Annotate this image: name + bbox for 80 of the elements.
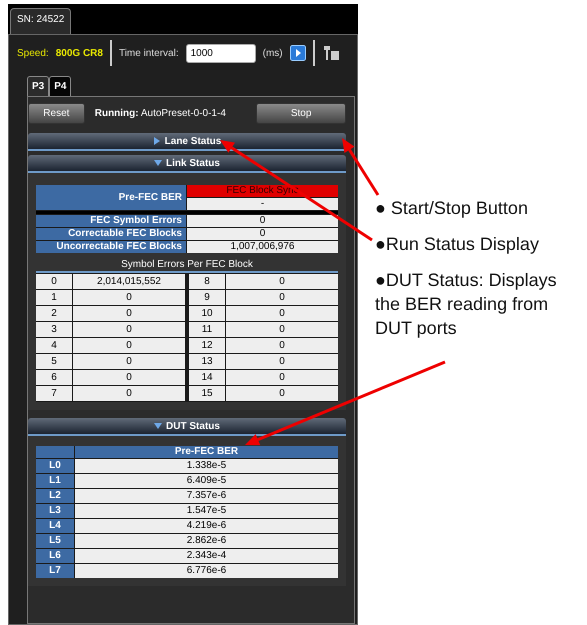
table-cell: 2.862e-6 — [75, 534, 338, 548]
table-cell: 8 — [189, 274, 225, 289]
table-header: Correctable FEC Blocks — [36, 228, 186, 240]
table-cell: 7 — [36, 386, 72, 401]
interval-label: Time interval: — [118, 48, 179, 58]
lane-label: L7 — [36, 564, 74, 578]
speed-label: Speed: — [17, 48, 49, 58]
speed-value: 800G CR8 — [56, 48, 103, 58]
table-cell: 15 — [189, 386, 225, 401]
table-cell: 10 — [189, 306, 225, 321]
table-cell: 0 — [226, 322, 338, 337]
reset-button[interactable]: Reset — [28, 103, 85, 124]
lane-label: L2 — [36, 489, 74, 503]
table-cell: 2.343e-4 — [75, 549, 338, 563]
table-cell: 1.338e-5 — [75, 459, 338, 473]
play-icon[interactable] — [290, 45, 306, 61]
section-title: DUT Status — [166, 420, 220, 432]
table-cell: 12 — [189, 338, 225, 353]
table-header: Uncorrectable FEC Blocks — [36, 241, 186, 253]
table-cell: 13 — [189, 354, 225, 369]
table-cell: 0 — [73, 338, 185, 353]
table-cell: 2,014,015,552 — [73, 274, 185, 289]
table-title: Symbol Errors Per FEC Block — [36, 259, 338, 273]
interval-field[interactable]: 1000 — [186, 44, 256, 62]
table-cell: 3 — [36, 322, 72, 337]
table-cell: 11 — [189, 322, 225, 337]
table-cell: 0 — [226, 386, 338, 401]
table-header — [36, 446, 74, 458]
table-cell: 0 — [187, 228, 338, 240]
table-cell: 0 — [73, 386, 185, 401]
section-header[interactable]: Link Status — [28, 155, 346, 173]
table-cell: 1 — [36, 290, 72, 305]
table-cell: 4.219e-6 — [75, 519, 338, 533]
table-cell: 1.547e-5 — [75, 504, 338, 518]
table-header: FEC Symbol Errors — [36, 215, 186, 227]
lane-label: L5 — [36, 534, 74, 548]
table-cell: 0 — [226, 338, 338, 353]
table-cell: 0 — [73, 306, 185, 321]
table-cell: 0 — [226, 290, 338, 305]
lane-label: L3 — [36, 504, 74, 518]
table-cell: 0 — [187, 215, 338, 227]
table-cell: 2 — [36, 306, 72, 321]
device-tab[interactable]: SN: 24522 — [10, 8, 72, 34]
table-cell: 0 — [73, 290, 185, 305]
table-cell: 0 — [73, 370, 185, 385]
stop-button[interactable]: Stop — [256, 103, 346, 124]
table-header: Pre-FEC BER — [75, 446, 338, 458]
table-cell: 7.357e-6 — [75, 489, 338, 503]
table-header: Pre-FEC BER — [36, 185, 186, 210]
unit-label: (ms) — [262, 48, 283, 58]
lane-label: L6 — [36, 549, 74, 563]
port-tab[interactable]: P3 — [27, 76, 50, 96]
callout-text: ●Run Status Display — [375, 233, 540, 256]
table-cell: 4 — [36, 338, 72, 353]
table-cell: 6.409e-5 — [75, 474, 338, 488]
table-cell: 0 — [73, 322, 185, 337]
table-cell: 0 — [73, 354, 185, 369]
running-status: Running: AutoPreset-0-0-1-4 — [94, 108, 227, 119]
table-cell: 0 — [226, 306, 338, 321]
table-cell: 6.776e-6 — [75, 564, 338, 578]
lane-label: L4 — [36, 519, 74, 533]
table-cell: 14 — [189, 370, 225, 385]
table-cell: - — [187, 198, 338, 210]
lane-label: L0 — [36, 459, 74, 473]
callout-text: ● Start/Stop Button — [375, 197, 529, 220]
section-title: Link Status — [166, 158, 220, 168]
table-cell: 0 — [36, 274, 72, 289]
callout-text: ●DUT Status: Displays the BER reading from DUT ports — [375, 269, 558, 340]
table-cell: 0 — [226, 370, 338, 385]
section-header[interactable]: Lane Status — [28, 133, 346, 151]
port-tab[interactable]: P4 — [49, 76, 72, 96]
table-cell: 1,007,006,976 — [187, 241, 338, 253]
section-header[interactable]: DUT Status — [28, 418, 346, 436]
table-cell: 9 — [189, 290, 225, 305]
table-cell: 5 — [36, 354, 72, 369]
lane-label: L1 — [36, 474, 74, 488]
table-cell: 6 — [36, 370, 72, 385]
table-cell: 0 — [226, 354, 338, 369]
section-title: Lane Status — [164, 136, 222, 146]
table-cell: 0 — [226, 274, 338, 289]
